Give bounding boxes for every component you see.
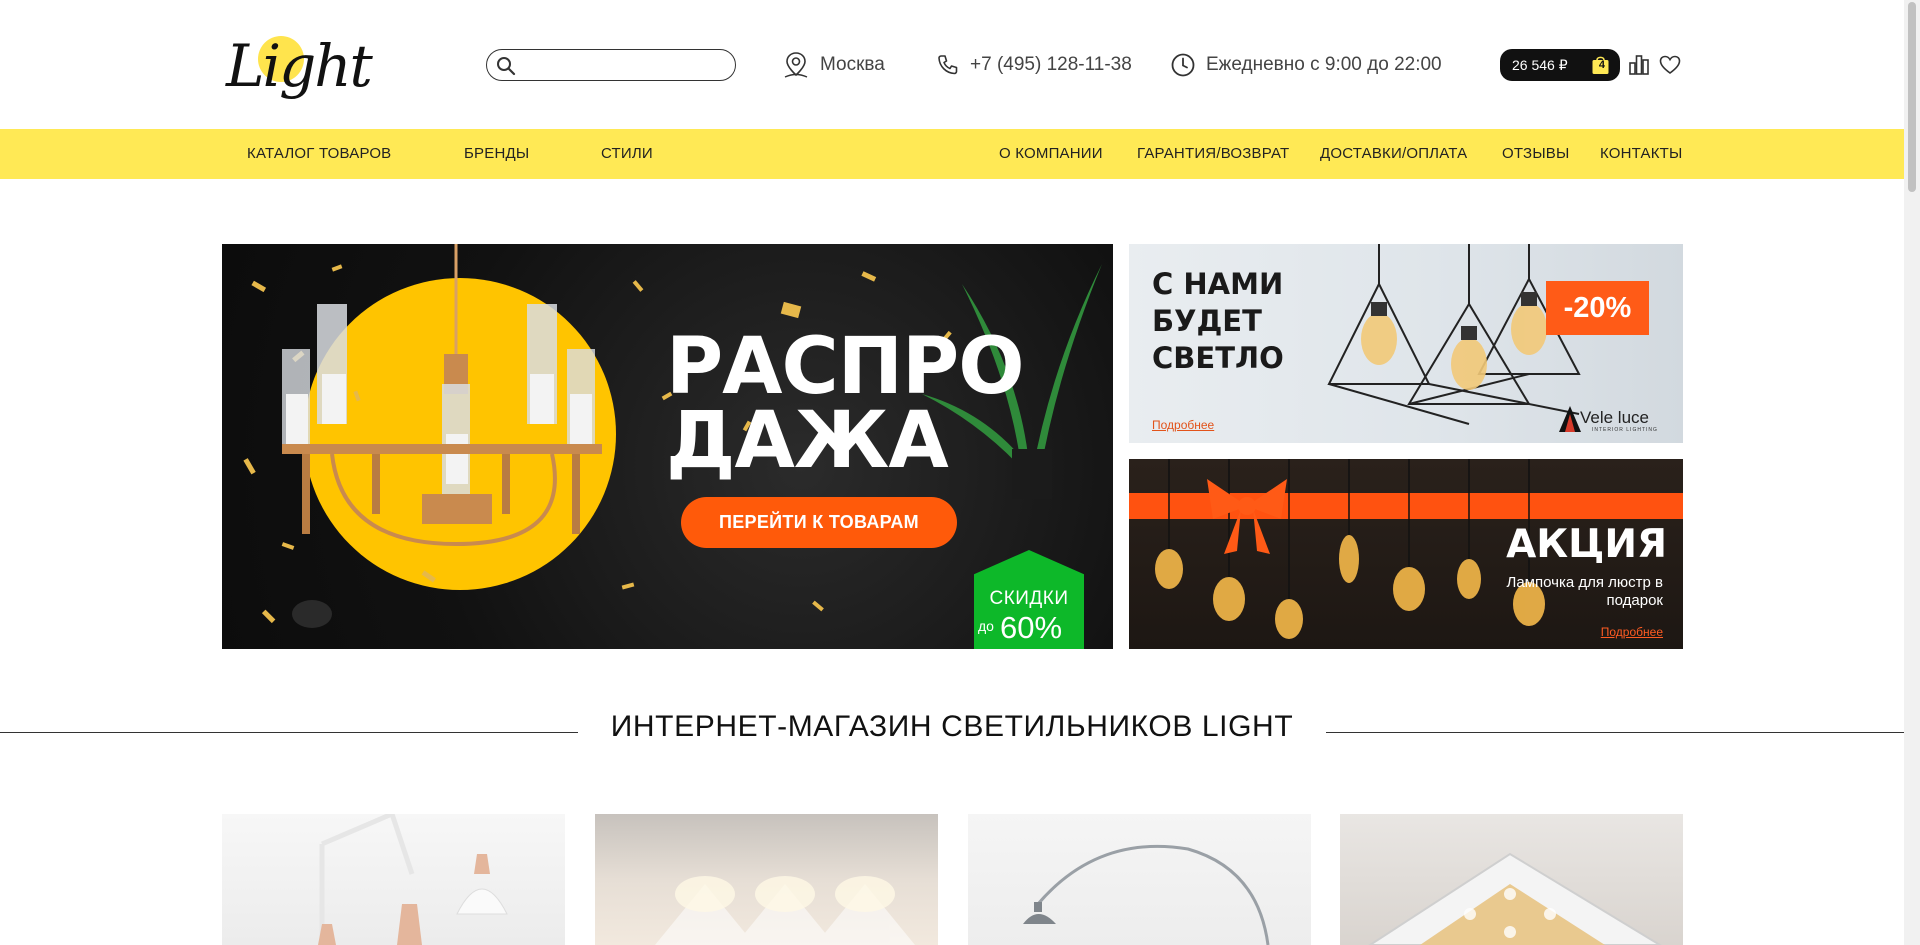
category-card-wall-lights[interactable] (595, 814, 938, 945)
page-scrollbar[interactable] (1904, 0, 1920, 945)
promo-subtitle: Лампочка для люстр в подарок (1506, 574, 1664, 609)
search-box[interactable] (486, 49, 736, 81)
banner-top-line-1: С НАМИ (1152, 267, 1284, 301)
nav-reviews[interactable]: ОТЗЫВЫ (1502, 129, 1569, 179)
search-icon (497, 57, 516, 76)
nav-catalog[interactable]: КАТАЛОГ ТОВАРОВ (247, 129, 391, 179)
hero-title-line-2: ДАЖА (666, 396, 949, 486)
clock-icon (1171, 53, 1195, 77)
city-label: Москва (820, 54, 885, 75)
promo-more-link[interactable]: Подробнее (1601, 625, 1663, 639)
promo-banner[interactable]: АКЦИЯ Лампочка для люстр в подарок Подро… (1129, 459, 1683, 649)
hero-title: РАСПРО ДАЖА (666, 322, 1025, 486)
heart-icon[interactable] (1659, 55, 1681, 75)
sale-hero-banner[interactable]: РАСПРО ДАЖА ПЕРЕЙТИ К ТОВАРАМ СКИДКИ до … (222, 244, 1113, 649)
phone-icon (938, 55, 958, 75)
nav-contacts[interactable]: КОНТАКТЫ (1600, 129, 1683, 179)
cart-count: 4 (1598, 59, 1605, 71)
vele-luce-banner[interactable]: С НАМИ БУДЕТ СВЕТЛО -20% Подробнее Vele … (1129, 244, 1683, 443)
badge-label: СКИДКИ (989, 588, 1069, 609)
city-selector[interactable]: Москва (782, 50, 885, 80)
logo[interactable]: Light (222, 30, 382, 106)
banner-top-title: С НАМИ БУДЕТ СВЕТЛО (1152, 266, 1284, 377)
pendant-lamp-image (318, 814, 508, 945)
wall-light-image (655, 876, 915, 945)
logo-text: Light (226, 32, 373, 100)
section-title: ИНТЕРНЕТ-МАГАЗИН СВЕТИЛЬНИКОВ LIGHT (610, 710, 1294, 743)
nav-warranty[interactable]: ГАРАНТИЯ/ВОЗВРАТ (1137, 129, 1289, 179)
cart-total: 26 546 ₽ (1512, 56, 1568, 73)
category-card-pendant[interactable] (222, 814, 565, 945)
brand-tagline: INTERIOR LIGHTING (1592, 427, 1658, 433)
promo-title: АКЦИЯ (1506, 522, 1667, 567)
discount-label: -20% (1546, 281, 1649, 335)
crystal-ceiling-lamp-image (1368, 852, 1662, 945)
nav-styles[interactable]: СТИЛИ (601, 129, 653, 179)
phone-link[interactable]: +7 (495) 128-11-38 (936, 50, 1132, 80)
brand-name: Vele luce (1580, 408, 1649, 427)
nav-brands[interactable]: БРЕНДЫ (464, 129, 529, 179)
badge-prefix: до (978, 618, 994, 634)
phone-number: +7 (495) 128-11-38 (970, 54, 1132, 75)
badge-value: 60% (1000, 610, 1063, 645)
banner-top-line-3: СВЕТЛО (1152, 341, 1284, 375)
site-header: Light Москва +7 (495) 128-11-38 Ежедневн… (0, 0, 1904, 129)
working-hours: Ежедневно с 9:00 до 22:00 (1170, 50, 1442, 80)
category-card-ceiling-crystal[interactable] (1340, 814, 1683, 945)
compare-icon[interactable] (1628, 54, 1650, 76)
floor-lamp-image (1023, 844, 1270, 945)
nav-about[interactable]: О КОМПАНИИ (999, 129, 1103, 179)
go-to-products-button[interactable]: ПЕРЕЙТИ К ТОВАРАМ (681, 497, 957, 548)
nav-delivery[interactable]: ДОСТАВКИ/ОПЛАТА (1320, 129, 1467, 179)
hero-title-line-1: РАСПРО (666, 322, 1025, 412)
search-input[interactable] (521, 54, 727, 76)
location-pin-icon (784, 52, 808, 78)
vele-luce-logo-icon (1559, 406, 1581, 432)
cart-button[interactable]: 26 546 ₽ 4 (1500, 49, 1620, 81)
hours-text: Ежедневно с 9:00 до 22:00 (1206, 54, 1442, 75)
banner-top-more-link[interactable]: Подробнее (1152, 418, 1214, 432)
main-navigation: КАТАЛОГ ТОВАРОВ БРЕНДЫ СТИЛИ О КОМПАНИИ … (0, 129, 1904, 179)
scrollbar-thumb[interactable] (1908, 2, 1916, 192)
banner-top-line-2: БУДЕТ (1152, 304, 1262, 338)
category-card-floor-lamp[interactable] (968, 814, 1311, 945)
